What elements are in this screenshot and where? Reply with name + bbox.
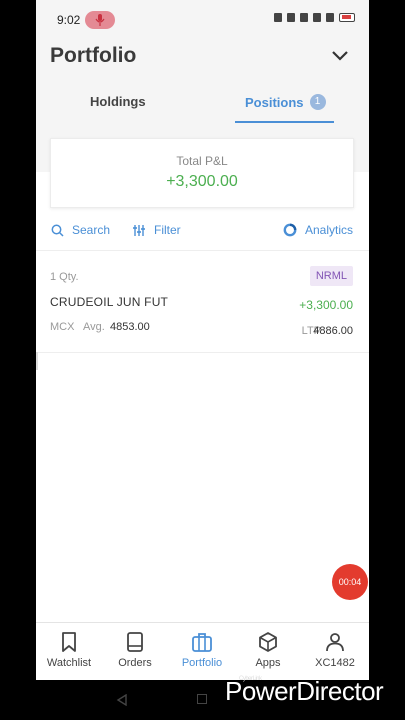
search-label: Search [72, 223, 111, 237]
back-icon[interactable] [116, 694, 128, 706]
avg-price-label: Avg. [83, 321, 105, 333]
product-type-badge: NRML [309, 266, 353, 286]
nav-orders-label: Orders [118, 657, 152, 669]
bluetooth-icon [287, 13, 295, 22]
nav-account-label: XC1482 [315, 657, 355, 669]
briefcase-icon [192, 633, 212, 652]
positions-toolbar: Search Filter Analytics [36, 220, 369, 244]
wifi-icon [326, 13, 334, 22]
bookmark-icon [62, 632, 76, 652]
position-row[interactable]: 1 Qty. NRML CRUDEOIL JUN FUT +3,300.00 M… [36, 258, 369, 352]
watermark-small-text: CyberLink [239, 676, 262, 682]
total-pnl-card: Total P&L +3,300.00 [50, 138, 354, 208]
tab-holdings-label: Holdings [90, 94, 146, 109]
app-screen: 9:02 Portfolio Holdings Positions 1 Tota… [36, 0, 369, 680]
position-pnl: +3,300.00 [299, 298, 353, 312]
nav-watchlist-label: Watchlist [46, 657, 92, 669]
battery-icon [339, 13, 355, 22]
active-tab-indicator [235, 121, 334, 123]
avg-price-value: 4853.00 [110, 321, 150, 333]
filter-button[interactable]: Filter [132, 223, 181, 237]
home-icon[interactable] [197, 694, 207, 704]
cube-icon [259, 632, 277, 652]
scroll-edge-mark [36, 352, 38, 370]
tab-positions-label: Positions [245, 94, 304, 110]
signal-icon [313, 13, 321, 22]
recording-timer-button[interactable]: 00:04 [332, 564, 368, 600]
analytics-label: Analytics [304, 223, 353, 237]
positions-count-badge: 1 [309, 94, 326, 110]
mute-icon [300, 13, 308, 22]
row-divider [36, 352, 369, 353]
page-title: Portfolio [50, 44, 137, 67]
total-pnl-label: Total P&L [176, 154, 228, 168]
powerdirector-watermark: CyberLink PowerDirector [225, 676, 384, 707]
tab-holdings[interactable]: Holdings [90, 94, 146, 109]
analytics-ring-icon [283, 223, 297, 237]
bottom-navigation: Watchlist Orders Portfolio Apps XC1482 [36, 622, 369, 680]
status-bar: 9:02 [36, 0, 369, 40]
instrument-symbol: CRUDEOIL JUN FUT [50, 295, 169, 309]
chevron-down-icon[interactable] [331, 50, 349, 62]
filter-sliders-icon [133, 224, 145, 236]
ltp-value: 4886.00 [313, 325, 353, 337]
search-button[interactable]: Search [51, 223, 110, 237]
nav-account[interactable]: XC1482 [302, 631, 368, 669]
position-qty: 1 Qty. [50, 271, 79, 283]
nav-portfolio[interactable]: Portfolio [169, 631, 235, 669]
search-icon [51, 224, 64, 237]
status-time: 9:02 [57, 13, 81, 27]
tab-positions[interactable]: Positions 1 [245, 94, 326, 110]
nfc-icon [274, 13, 282, 22]
microphone-icon [85, 11, 115, 29]
book-icon [127, 632, 143, 652]
nav-apps-label: Apps [255, 657, 281, 669]
user-icon [326, 633, 344, 652]
nav-orders[interactable]: Orders [102, 631, 168, 669]
nav-apps[interactable]: Apps [235, 631, 301, 669]
total-pnl-value: +3,300.00 [166, 173, 238, 190]
toolbar-divider [36, 250, 369, 251]
nav-portfolio-label: Portfolio [181, 657, 223, 669]
filter-label: Filter [154, 223, 181, 237]
nav-watchlist[interactable]: Watchlist [36, 631, 102, 669]
analytics-button[interactable]: Analytics [283, 223, 353, 237]
exchange-label: MCX [50, 321, 75, 333]
status-icons [274, 13, 355, 22]
